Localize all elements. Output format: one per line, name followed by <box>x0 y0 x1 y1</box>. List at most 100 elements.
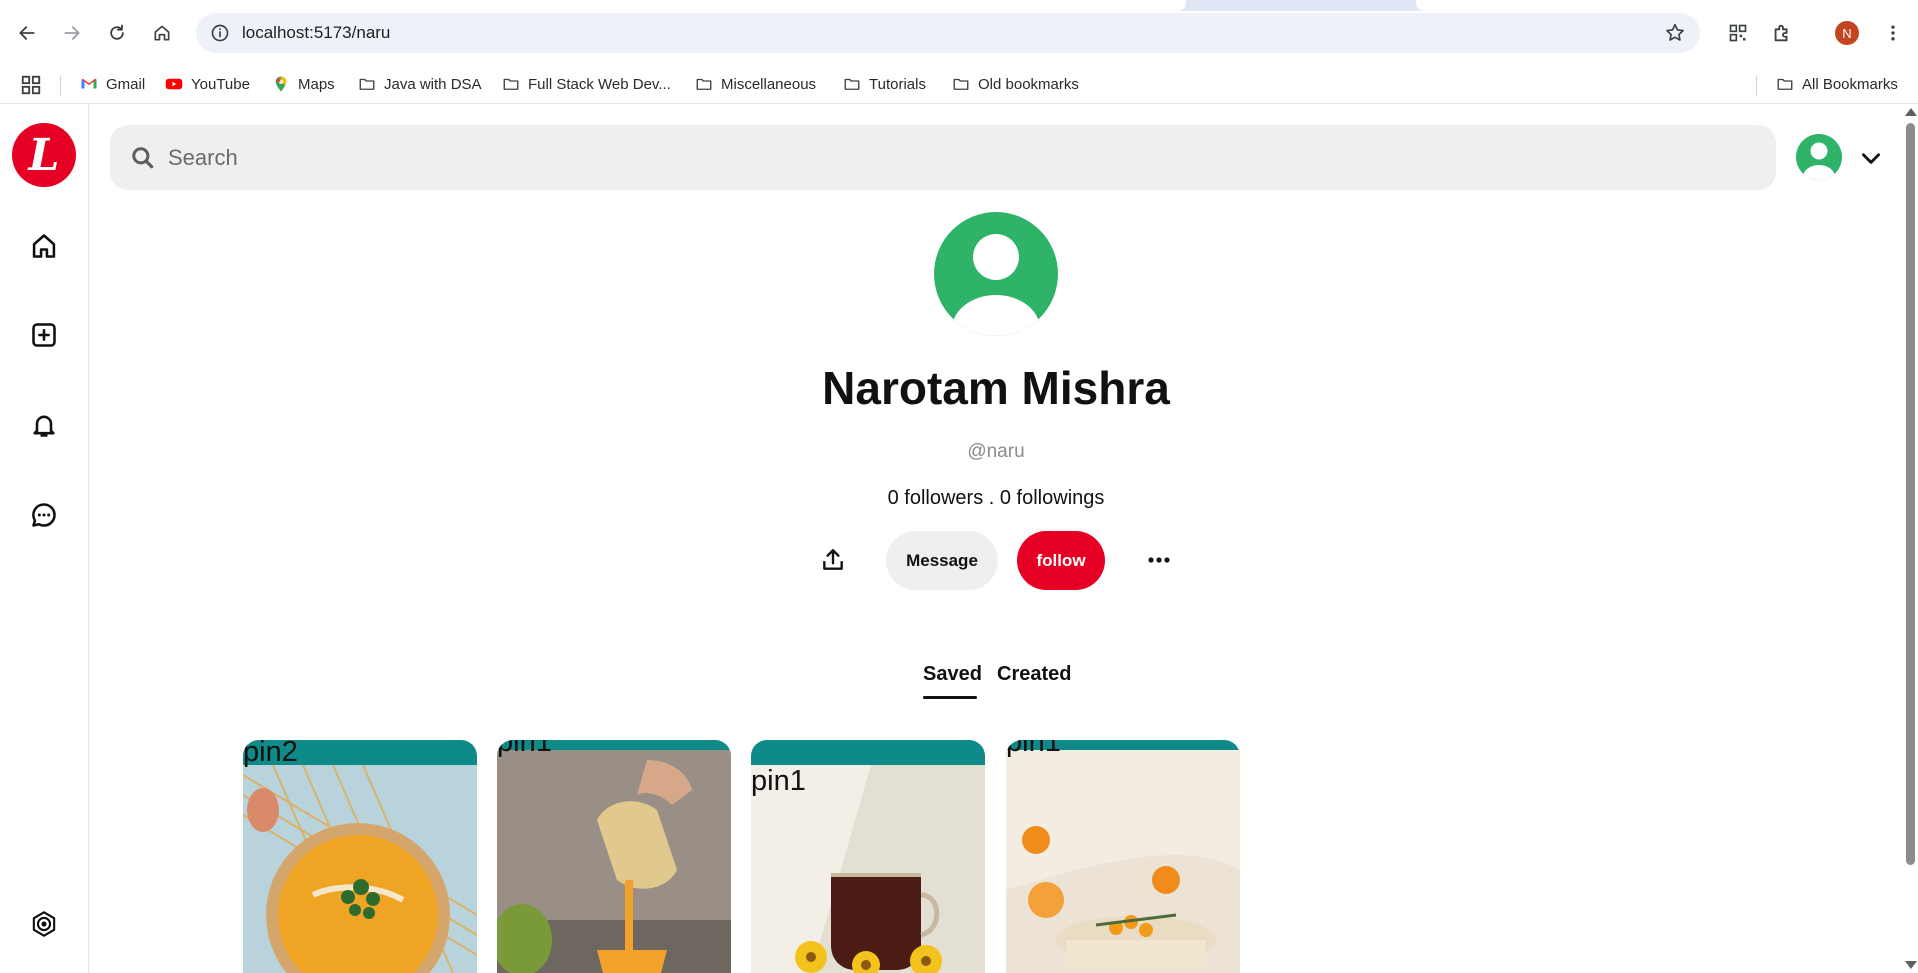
back-arrow-icon <box>19 26 35 40</box>
reload-icon <box>110 24 124 40</box>
forward-arrow-icon <box>64 26 80 40</box>
folder-icon <box>844 78 860 90</box>
search-input[interactable] <box>168 135 1748 180</box>
browser-home-icon <box>154 25 170 41</box>
bookmark-folder-old[interactable]: Old bookmarks <box>952 75 1079 93</box>
bookmark-youtube[interactable]: YouTube <box>165 75 250 93</box>
qr-code-icon <box>1729 24 1747 42</box>
all-bookmarks-label: All Bookmarks <box>1802 75 1898 93</box>
notifications-icon <box>33 415 55 437</box>
bookmark-label: Gmail <box>106 75 146 93</box>
header-avatar[interactable] <box>1795 133 1843 181</box>
active-tab-indicator <box>923 696 977 699</box>
more-options-button[interactable] <box>1143 545 1175 575</box>
bookmark-label: Maps <box>298 75 335 93</box>
qr-code-button[interactable] <box>1723 18 1753 48</box>
home-button[interactable] <box>147 18 177 48</box>
pin-image-cake <box>1006 750 1240 973</box>
bookmark-star-icon[interactable] <box>1664 22 1686 44</box>
profile-initial: N <box>1835 21 1859 45</box>
bookmarks-separator <box>1756 76 1757 96</box>
all-bookmarks-button[interactable]: All Bookmarks <box>1776 75 1898 93</box>
active-tab[interactable] <box>0 0 1186 11</box>
bookmark-label: Tutorials <box>869 75 926 93</box>
tab-saved[interactable]: Saved <box>923 663 982 686</box>
search-bar[interactable] <box>110 125 1776 190</box>
pin-card[interactable]: pin1 <box>1006 740 1240 973</box>
profile-button[interactable]: N <box>1832 18 1862 48</box>
pin-title: pin1 <box>1006 740 1061 758</box>
profile-stats[interactable]: 0 followers . 0 followings <box>746 487 1246 510</box>
pin-title: pin2 <box>243 740 298 768</box>
apps-grid-icon[interactable] <box>20 74 42 96</box>
reload-button[interactable] <box>102 18 132 48</box>
bookmark-folder-tutorials[interactable]: Tutorials <box>843 75 926 93</box>
pin-image-soup <box>243 765 477 973</box>
url-text[interactable]: localhost:5173/naru <box>242 23 390 43</box>
share-icon <box>823 549 843 570</box>
profile-handle: @naru <box>967 441 1025 462</box>
pin-title: pin1 <box>751 765 806 797</box>
tab-created[interactable]: Created <box>997 663 1071 686</box>
bookmark-label: Miscellaneous <box>721 75 817 93</box>
forward-button[interactable] <box>57 18 87 48</box>
create-icon <box>32 323 56 347</box>
settings-icon <box>32 911 56 937</box>
extensions-button[interactable] <box>1767 18 1797 48</box>
sidebar-settings[interactable] <box>27 907 61 941</box>
home-icon <box>32 234 56 258</box>
profile-name: Narotam Mishra <box>822 362 1170 414</box>
ellipsis-icon <box>1148 557 1170 563</box>
bookmark-folder-fullstack[interactable]: Full Stack Web Dev... <box>502 75 671 93</box>
sidebar-create[interactable] <box>27 318 61 352</box>
profile-avatar <box>934 212 1058 336</box>
folder-icon <box>953 78 969 90</box>
bookmarks-bar: Gmail YouTube Maps Java with DSA Full St… <box>0 66 1918 104</box>
app-root: L Narotam Mishra @naru 0 <box>0 105 1918 973</box>
bookmark-label: YouTube <box>191 75 250 93</box>
kebab-menu-icon <box>1891 25 1895 41</box>
bookmark-gmail[interactable]: Gmail <box>80 75 145 93</box>
sidebar-home[interactable] <box>27 229 61 263</box>
pin-card[interactable]: pin1 <box>751 740 985 973</box>
follow-button[interactable]: follow <box>1017 531 1105 590</box>
back-button[interactable] <box>12 18 42 48</box>
browser-toolbar: localhost:5173/naru N <box>0 0 1918 66</box>
bookmarks-separator <box>60 76 61 96</box>
youtube-icon <box>165 78 183 90</box>
pin-card[interactable]: pin1 <box>497 740 731 973</box>
pin-card[interactable]: pin2 <box>243 740 477 973</box>
folder-icon <box>359 78 375 90</box>
folder-icon <box>696 78 712 90</box>
address-bar[interactable]: localhost:5173/naru <box>196 13 1700 53</box>
bookmark-label: Java with DSA <box>384 75 482 93</box>
maps-pin-icon <box>275 76 287 92</box>
messages-icon <box>32 503 56 527</box>
folder-icon <box>503 78 519 90</box>
bookmark-label: Full Stack Web Dev... <box>528 75 671 93</box>
share-button[interactable] <box>818 545 848 575</box>
tab-strip <box>0 0 1918 11</box>
bookmark-folder-java[interactable]: Java with DSA <box>358 75 482 93</box>
puzzle-icon <box>1774 24 1788 42</box>
bookmark-folder-misc[interactable]: Miscellaneous <box>695 75 816 93</box>
inactive-tab[interactable] <box>1416 0 1918 11</box>
scroll-up-arrow[interactable] <box>1905 108 1917 116</box>
site-info-icon[interactable] <box>210 23 230 43</box>
scroll-down-arrow[interactable] <box>1905 961 1917 969</box>
app-logo[interactable]: L <box>12 123 76 187</box>
folder-icon <box>1777 78 1793 90</box>
sidebar-notifications[interactable] <box>27 408 61 442</box>
message-button[interactable]: Message <box>886 531 998 590</box>
sidebar-messages[interactable] <box>27 498 61 532</box>
browser-menu-button[interactable] <box>1878 18 1908 48</box>
gmail-icon <box>81 78 97 89</box>
pin-title: pin1 <box>497 740 552 758</box>
pin-image-juice <box>497 750 731 973</box>
scrollbar-thumb[interactable] <box>1906 123 1915 865</box>
search-icon <box>132 147 154 169</box>
chevron-down-icon[interactable] <box>1858 145 1884 171</box>
sidebar: L <box>0 105 89 973</box>
bookmark-maps[interactable]: Maps <box>272 75 335 93</box>
bookmark-label: Old bookmarks <box>978 75 1079 93</box>
